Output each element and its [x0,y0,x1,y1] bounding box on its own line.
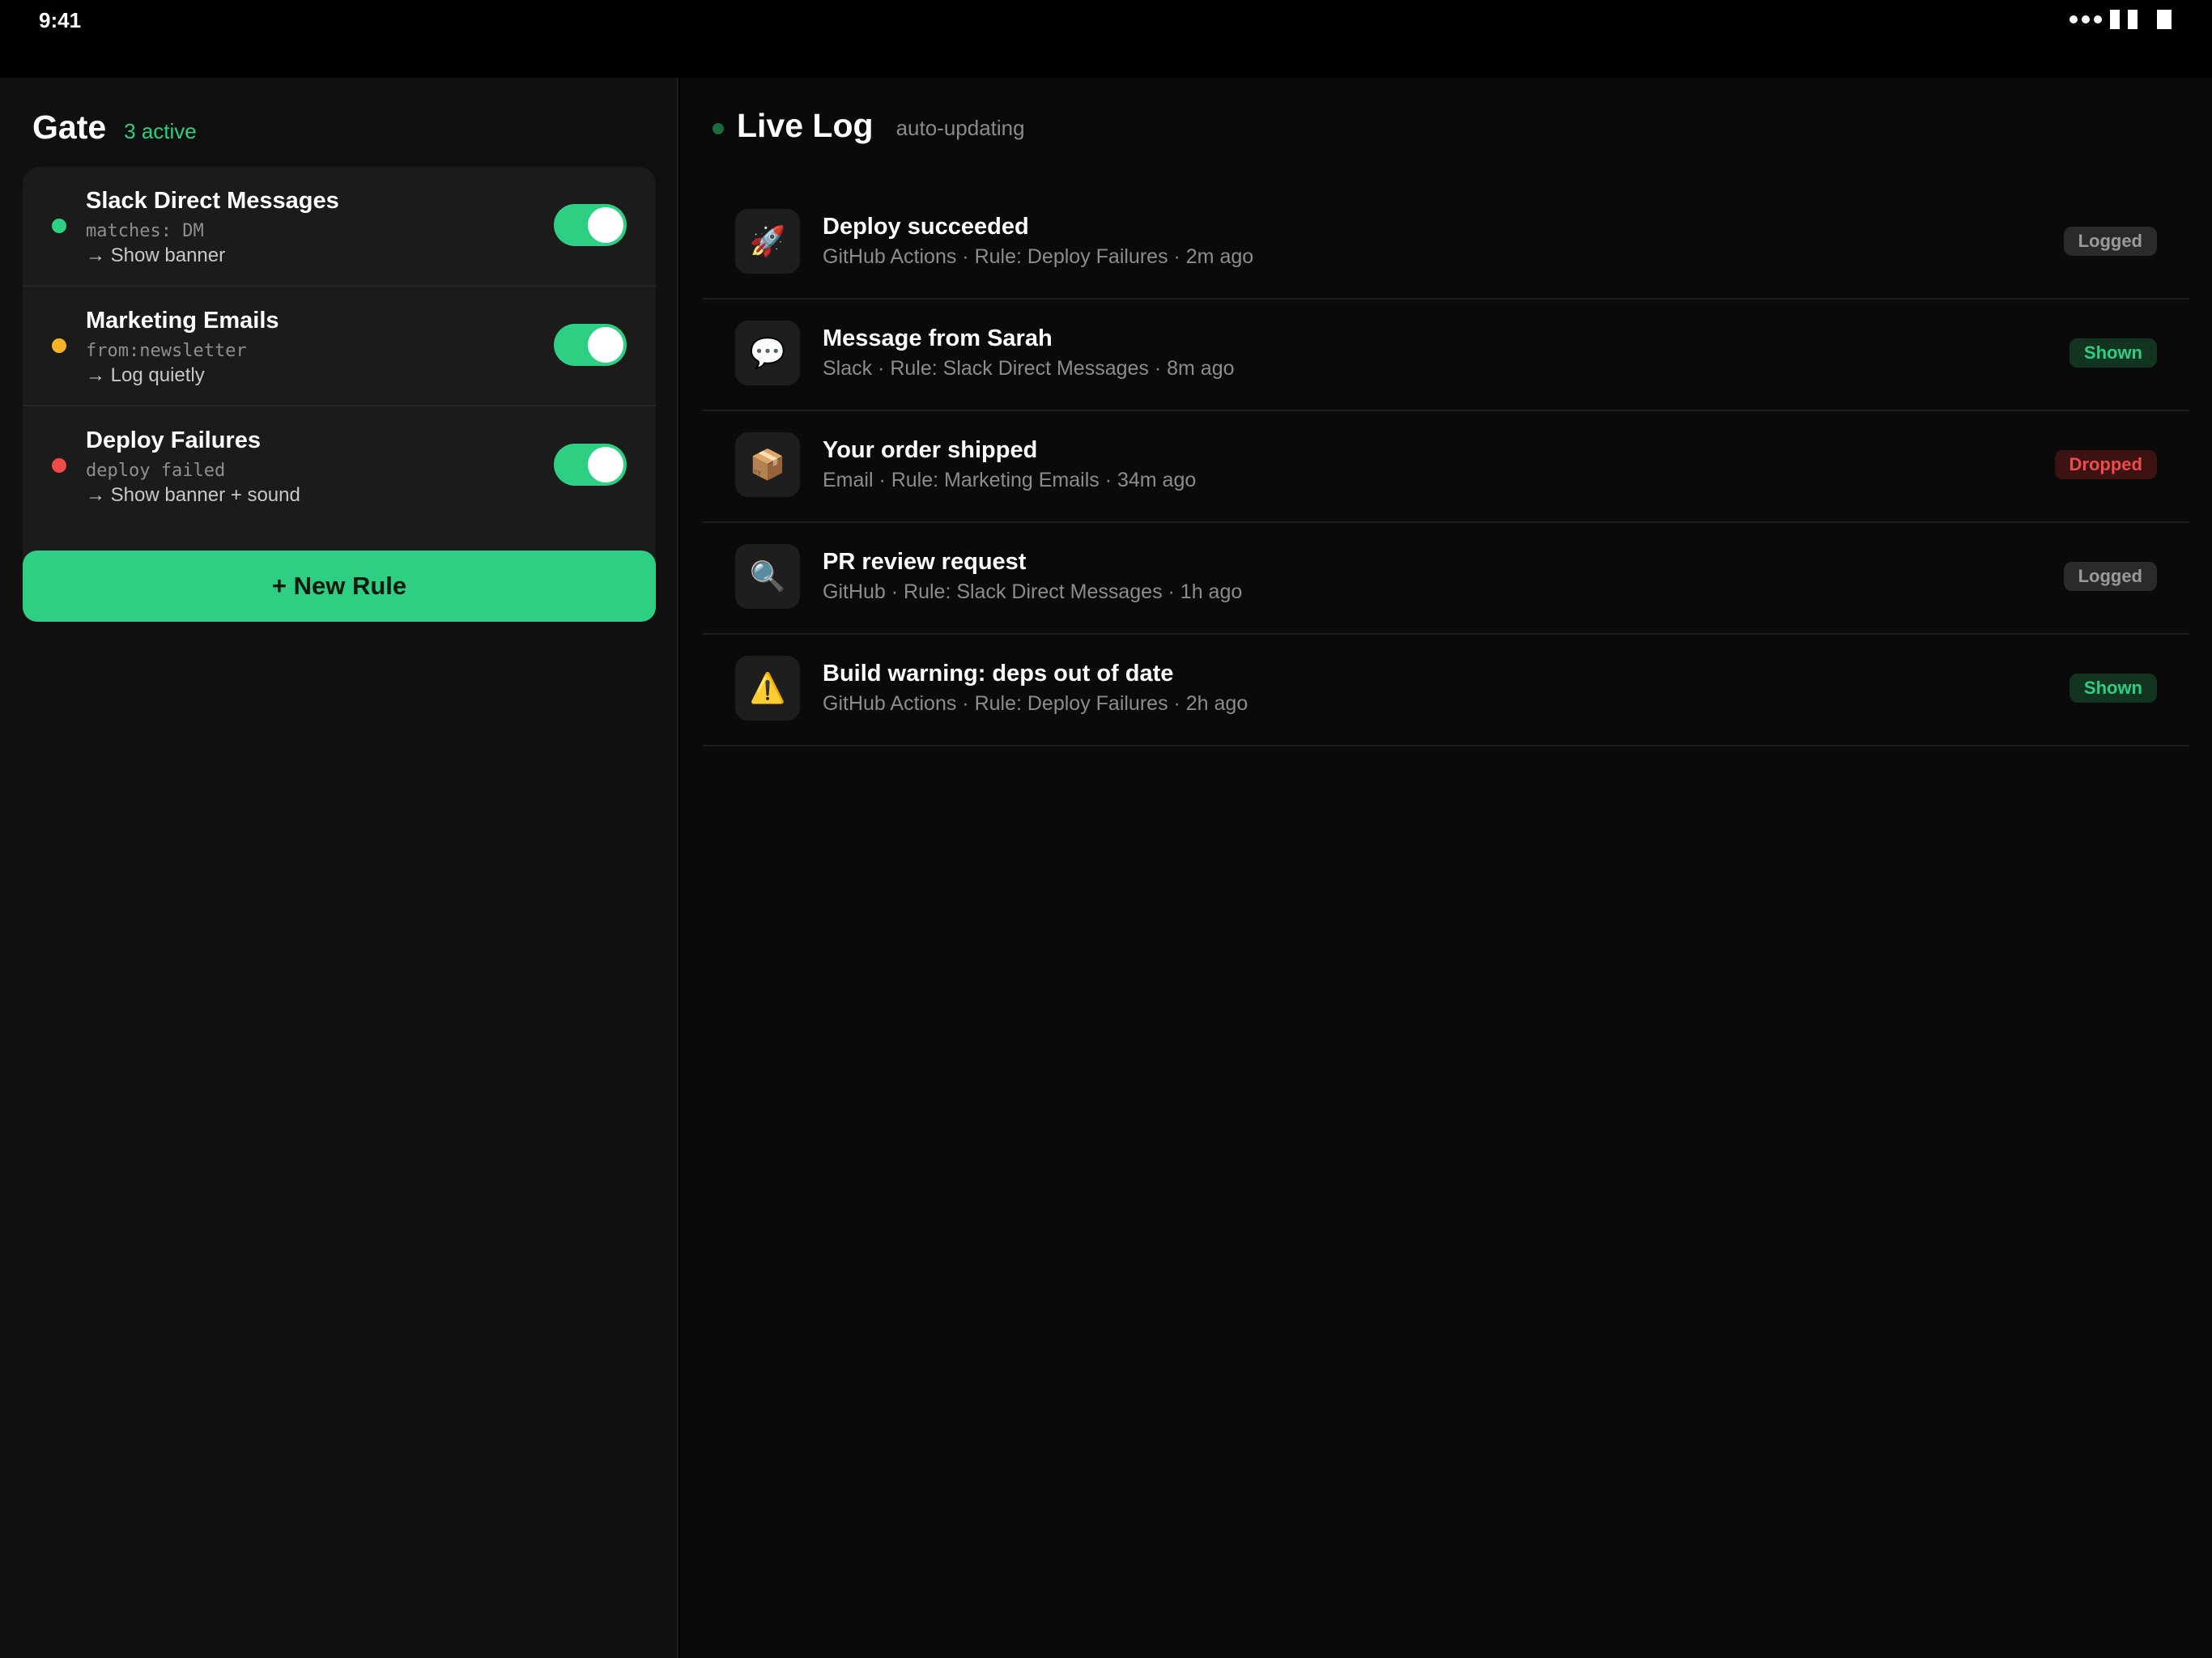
rule-action: → Log quietly [86,364,205,386]
status-badge: Shown [2069,674,2157,703]
status-bar: 9:41 [0,0,2212,78]
rule-toggle[interactable] [554,204,627,246]
package-icon: 📦 [735,432,800,497]
rule-toggle[interactable] [554,324,627,366]
rule-match: from:newsletter [86,341,247,361]
rule-status-dot [52,458,66,473]
signal-bar-icon [2128,10,2138,29]
status-badge: Dropped [2054,450,2157,479]
log-entry-meta: GitHub Actions · Rule: Deploy Failures ·… [823,692,1249,715]
log-entry-title: Your order shipped [823,437,1038,463]
new-rule-button[interactable]: + New Rule [23,551,656,622]
signal-bar-icon [2110,10,2120,29]
log-entry-meta: Slack · Rule: Slack Direct Messages · 8m… [823,357,1235,380]
log-entry-meta: Email · Rule: Marketing Emails · 34m ago [823,469,1197,491]
log-entry-meta: GitHub Actions · Rule: Deploy Failures ·… [823,245,1254,268]
status-badge: Logged [2063,227,2157,256]
log-entry[interactable]: 📦 Your order shipped Email · Rule: Marke… [703,411,2189,523]
log-list: 🚀 Deploy succeeded GitHub Actions · Rule… [703,188,2189,746]
status-time: 9:41 [39,8,82,32]
rule-status-dot [52,338,66,353]
rules-list: Slack Direct Messages matches: DM → Show… [23,167,656,602]
live-indicator-dot [713,122,724,134]
active-count: 3 active [124,119,197,143]
gate-title: Gate [32,108,107,146]
toggle-knob [588,327,623,363]
log-entry-title: PR review request [823,549,1027,575]
toggle-knob [588,207,623,243]
log-entry[interactable]: 💬 Message from Sarah Slack · Rule: Slack… [703,300,2189,411]
log-entry-title: Build warning: deps out of date [823,661,1174,687]
log-title: Live Log [737,107,874,144]
rule-status-dot [52,219,66,233]
status-icons [2069,10,2172,29]
live-log-panel: Live Log auto-updating 🚀 Deploy succeede… [680,78,2212,1658]
magnifier-icon: 🔍 [735,544,800,609]
rule-toggle[interactable] [554,444,627,486]
rule-row[interactable]: Marketing Emails from:newsletter → Log q… [23,287,656,406]
rule-match: matches: DM [86,221,204,241]
rule-match: deploy failed [86,461,226,481]
gate-header: Gate 3 active [32,108,197,147]
rule-name: Deploy Failures [86,427,261,453]
log-entry-title: Deploy succeeded [823,214,1029,240]
rules-panel: Gate 3 active Slack Direct Messages matc… [0,78,678,1658]
status-badge: Shown [2069,338,2157,368]
cellular-signal-icon [2069,15,2102,23]
warning-icon: ⚠️ [735,656,800,721]
rocket-icon: 🚀 [735,209,800,274]
log-entry-title: Message from Sarah [823,325,1053,351]
log-entry[interactable]: ⚠️ Build warning: deps out of date GitHu… [703,635,2189,746]
log-entry[interactable]: 🚀 Deploy succeeded GitHub Actions · Rule… [703,188,2189,300]
battery-icon [2157,10,2172,29]
toggle-knob [588,447,623,483]
speech-bubble-icon: 💬 [735,321,800,385]
rule-row[interactable]: Slack Direct Messages matches: DM → Show… [23,167,656,287]
log-subtitle: auto-updating [895,116,1025,140]
log-entry[interactable]: 🔍 PR review request GitHub · Rule: Slack… [703,523,2189,635]
log-header: Live Log auto-updating [713,107,1025,145]
status-badge: Logged [2063,562,2157,591]
rule-action: → Show banner + sound [86,484,300,506]
rule-name: Slack Direct Messages [86,188,339,214]
rule-name: Marketing Emails [86,308,279,334]
rule-action: → Show banner [86,244,226,266]
rule-row[interactable]: Deploy Failures deploy failed → Show ban… [23,406,656,526]
log-entry-meta: GitHub · Rule: Slack Direct Messages · 1… [823,580,1243,603]
